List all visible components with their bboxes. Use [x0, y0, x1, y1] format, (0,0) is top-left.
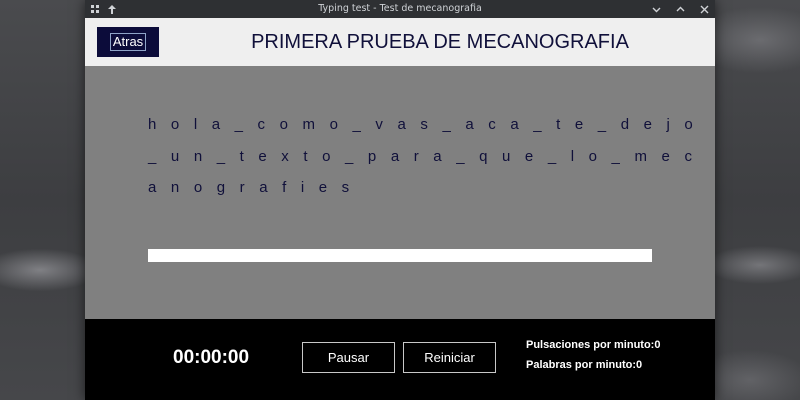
app-window: Typing test - Test de mecanografia Atras…: [85, 0, 715, 400]
window-title: Typing test - Test de mecanografia: [318, 3, 482, 14]
timer-display: 00:00:00: [173, 347, 250, 368]
keystrokes-per-minute: Pulsaciones por minuto:0: [526, 339, 661, 351]
minimize-icon[interactable]: [651, 4, 661, 14]
practice-text-line: h o l a _ c o m o _ v a s _ a c a _ t e …: [148, 116, 698, 133]
typing-area: h o l a _ c o m o _ v a s _ a c a _ t e …: [85, 66, 715, 319]
status-footer: 00:00:00 Pausar Reiniciar Pulsaciones po…: [85, 319, 715, 400]
restart-button[interactable]: Reiniciar: [403, 342, 496, 373]
practice-text-line: a n o g r a f i e s: [148, 179, 355, 196]
practice-text-line: _ u n _ t e x t o _ p a r a _ q u e _ l …: [148, 148, 698, 165]
window-titlebar[interactable]: Typing test - Test de mecanografia: [85, 0, 715, 18]
back-button-label: Atras: [109, 33, 147, 51]
words-per-minute: Palabras por minuto:0: [526, 359, 643, 371]
page-title: PRIMERA PRUEBA DE MECANOGRAFIA: [251, 31, 629, 53]
maximize-icon[interactable]: [675, 4, 685, 14]
pause-button[interactable]: Pausar: [302, 342, 395, 373]
back-button[interactable]: Atras: [97, 27, 159, 57]
app-header: Atras PRIMERA PRUEBA DE MECANOGRAFIA: [85, 18, 715, 66]
typing-input[interactable]: [148, 249, 652, 262]
close-icon[interactable]: [699, 4, 709, 14]
